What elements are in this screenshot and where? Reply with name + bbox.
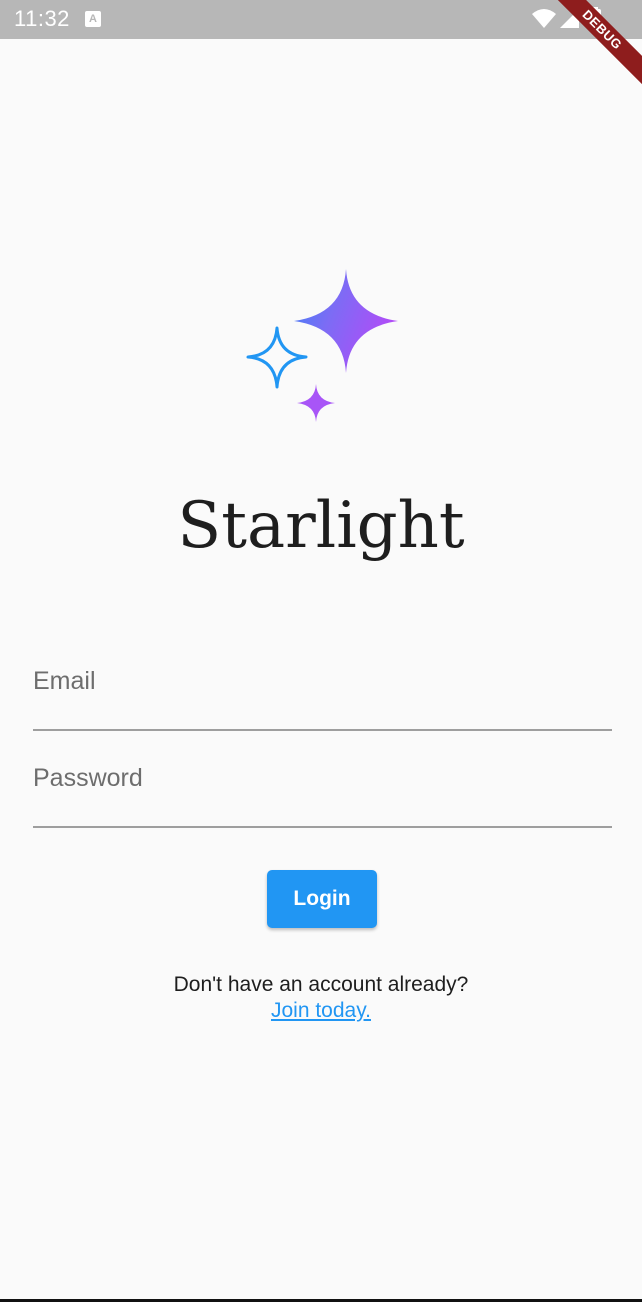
join-today-link[interactable]: Join today. (271, 999, 371, 1022)
email-input[interactable] (33, 659, 612, 729)
status-time: 11:32 (14, 6, 70, 31)
join-link-container: Join today. (0, 998, 642, 1024)
large-star-icon (294, 269, 398, 373)
password-input[interactable] (33, 756, 612, 826)
small-star-icon (297, 384, 335, 422)
outline-star-icon (246, 326, 308, 389)
status-icons (532, 7, 612, 31)
wifi-icon (532, 9, 556, 28)
a-icon: A (85, 11, 101, 27)
sparkle-stars-icon (245, 266, 401, 424)
email-field[interactable] (33, 659, 612, 731)
login-button[interactable]: Login (267, 870, 377, 928)
signal-icon (560, 9, 579, 28)
battery-icon (589, 7, 601, 29)
app-title: Starlight (177, 489, 465, 563)
password-field[interactable] (33, 756, 612, 828)
signup-prompt: Don't have an account already? (173, 973, 469, 996)
status-bar: 11:32 A (0, 0, 642, 39)
